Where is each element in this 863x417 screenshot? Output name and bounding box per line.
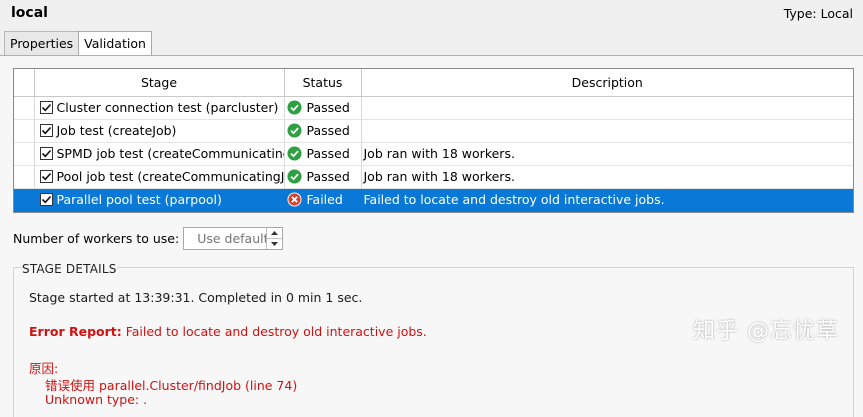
status-cell: Passed [284,142,362,166]
row-gutter [14,142,35,166]
stage-cell[interactable]: Pool job test (createCommunicatingJob) [34,165,285,189]
workers-label: Number of workers to use: [13,231,180,246]
validation-panel: Stage Status Description Cluster connect… [0,55,863,417]
error-report-message: Failed to locate and destroy old interac… [121,324,427,339]
check-circle-icon [286,146,307,161]
stage-details-title: STAGE DETAILS [22,262,117,276]
checkbox-checked-icon[interactable] [39,124,53,137]
chevron-down-icon [271,242,279,246]
description-cell: Failed to locate and destroy old interac… [361,188,853,212]
stage-cell[interactable]: SPMD job test (createCommunicatingJob) [34,142,285,166]
checkbox-checked-icon[interactable] [39,193,53,206]
table-header: Stage Status Description [14,69,853,97]
spinner-buttons [266,228,283,249]
description-cell [361,119,853,143]
status-label: Passed [306,123,350,138]
status-label: Passed [306,100,350,115]
checkbox-checked-icon[interactable] [39,170,53,183]
status-cell: Passed [284,96,362,120]
description-cell [361,96,853,120]
stage-cell[interactable]: Job test (createJob) [34,119,285,143]
validation-table: Stage Status Description Cluster connect… [13,68,854,213]
stage-cell[interactable]: Cluster connection test (parcluster) [34,96,285,120]
profile-name: local [11,5,48,21]
tab-properties[interactable]: Properties [4,31,80,55]
spinner-up-button[interactable] [267,228,282,238]
stage-label: Cluster connection test (parcluster) [56,100,279,115]
column-header-description[interactable]: Description [361,69,853,97]
status-label: Passed [306,146,350,161]
checkbox-checked-icon[interactable] [39,101,53,114]
x-circle-icon [286,192,307,207]
table-row[interactable]: Parallel pool test (parpool) Failed Failed… [14,188,853,212]
table-row[interactable]: SPMD job test (createCommunicatingJob) Pa… [14,142,853,166]
stage-cell[interactable]: Parallel pool test (parpool) [34,188,285,212]
workers-row: Number of workers to use: [13,227,284,250]
header: local Type: Local [0,0,863,30]
table-row[interactable]: Pool job test (createCommunicatingJob) Pa… [14,165,853,189]
tab-validation[interactable]: Validation [78,31,152,56]
row-gutter [14,188,35,212]
workers-spinner[interactable] [183,227,284,250]
check-circle-icon [286,169,307,184]
row-gutter [14,165,35,189]
cause-line-2: Unknown type: . [45,392,148,407]
error-report-label: Error Report: [29,324,122,339]
header-gutter [14,69,35,97]
row-gutter [14,96,35,120]
column-header-stage[interactable]: Stage [34,69,285,97]
stage-label: SPMD job test (createCommunicatingJob) [56,146,284,161]
check-circle-icon [286,100,307,115]
column-header-status[interactable]: Status [284,69,362,97]
description-cell: Job ran with 18 workers. [361,165,853,189]
status-cell: Passed [284,119,362,143]
workers-input[interactable] [184,228,267,249]
tab-bar: Properties Validation [4,31,152,56]
stage-label: Pool job test (createCommunicatingJob) [56,169,284,184]
row-gutter [14,119,35,143]
stage-timing-text: Stage started at 13:39:31. Completed in … [29,290,363,305]
spinner-down-button[interactable] [267,238,283,249]
status-label: Passed [306,169,350,184]
check-circle-icon [286,123,307,138]
chevron-up-icon [271,231,279,235]
description-cell: Job ran with 18 workers. [361,142,853,166]
status-cell: Passed [284,165,362,189]
table-row[interactable]: Job test (createJob) Passed [14,119,853,143]
stage-label: Job test (createJob) [56,123,177,138]
status-label: Failed [306,192,343,207]
checkbox-checked-icon[interactable] [39,147,53,160]
status-cell: Failed [284,188,362,212]
stage-label: Parallel pool test (parpool) [56,192,222,207]
error-report: Error Report: Failed to locate and destr… [29,324,427,339]
profile-type: Type: Local [783,6,853,21]
watermark: 知乎 @忘忧草 [693,319,839,344]
table-row[interactable]: Cluster connection test (parcluster) Pass… [14,96,853,120]
